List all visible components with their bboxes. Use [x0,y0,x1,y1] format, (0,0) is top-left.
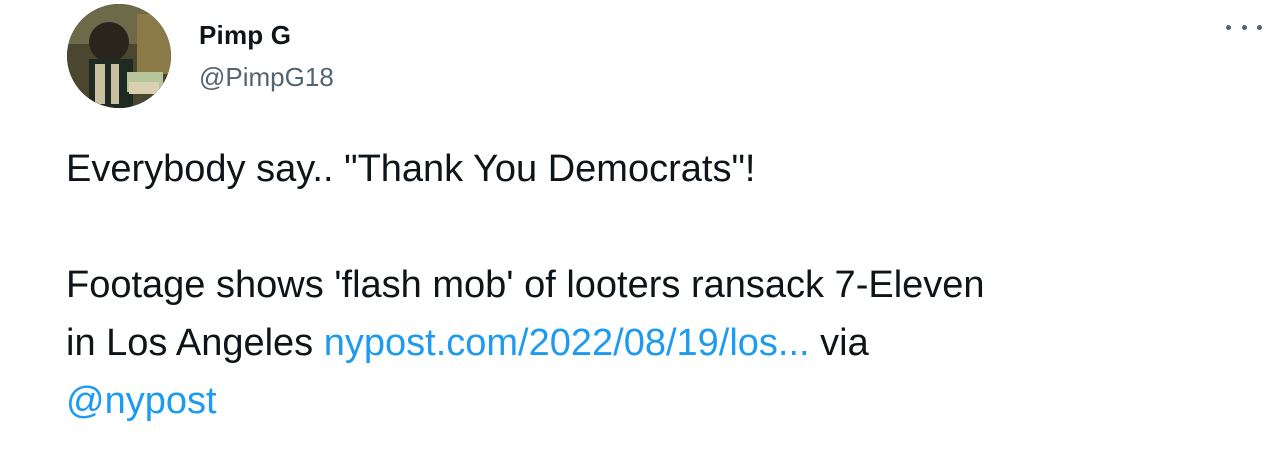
user-avatar-icon [67,4,171,108]
tweet-text: Everybody say.. "Thank You Democrats"! F… [66,140,1266,430]
tweet-line-1: Everybody say.. "Thank You Democrats"! [66,148,756,190]
author-display-name[interactable]: Pimp G [199,20,291,51]
tweet-line-3: in Los Angeles nypost.com/2022/08/19/los… [66,314,1266,372]
avatar[interactable] [67,4,171,108]
more-options-icon[interactable] [1226,14,1262,40]
article-link[interactable]: nypost.com/2022/08/19/los... [324,322,810,364]
tweet-card: Pimp G @PimpG18 Everybody say.. "Thank Y… [0,0,1285,460]
dot [1241,24,1247,30]
via-text: via [809,322,869,364]
dot [1257,24,1262,30]
tweet-line-4: @nypost [66,372,1266,430]
author-handle[interactable]: @PimpG18 [199,62,334,93]
tweet-line-2: Footage shows 'flash mob' of looters ran… [66,264,985,306]
tweet-line-3-text: in Los Angeles [66,322,324,364]
mention-link[interactable]: @nypost [66,380,217,422]
dot [1226,24,1231,30]
